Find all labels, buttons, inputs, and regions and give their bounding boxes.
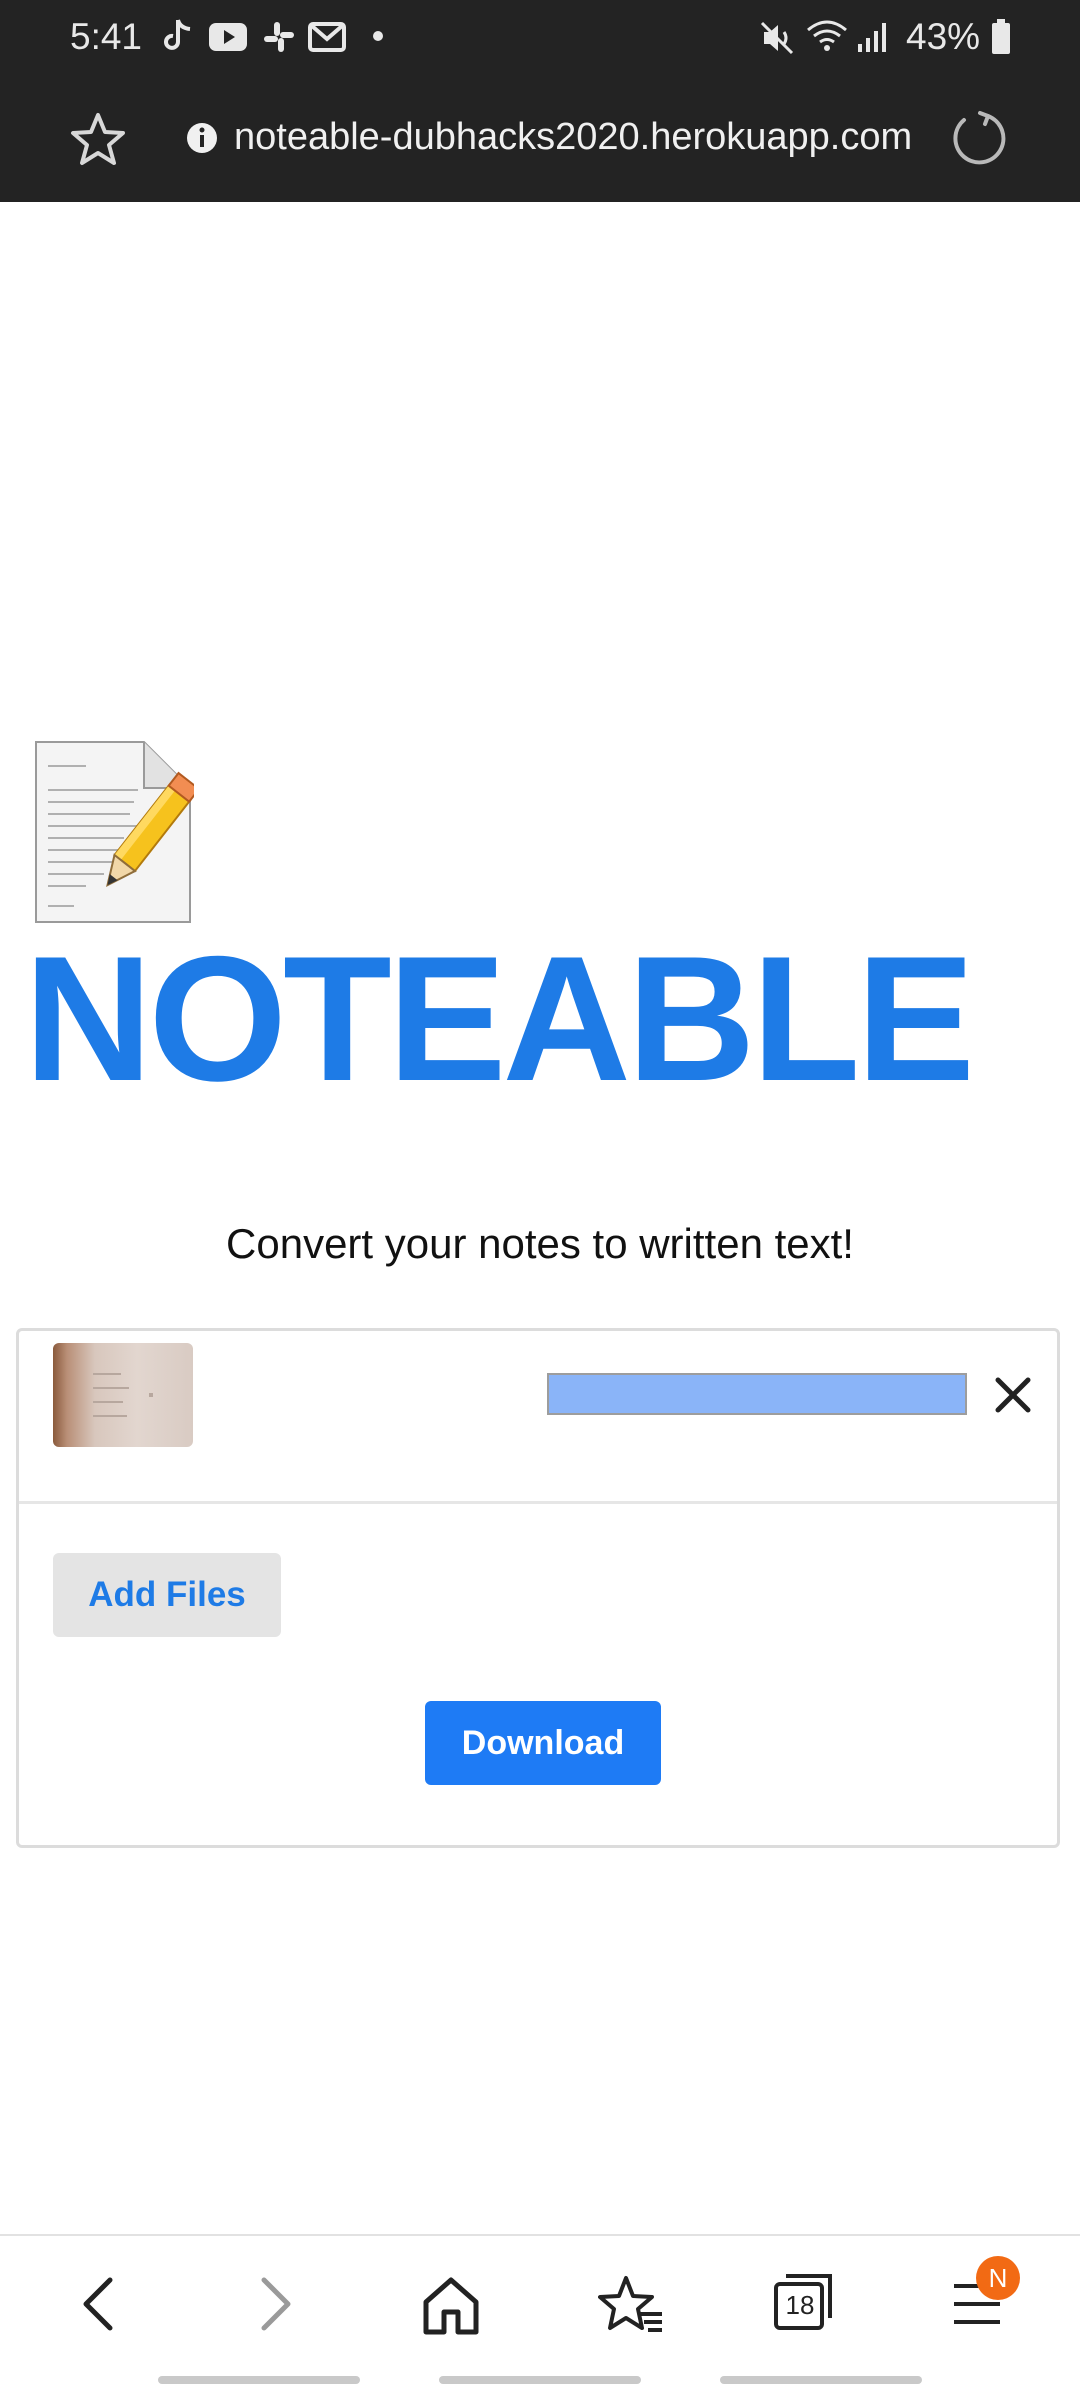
gesture-bar-center xyxy=(439,2376,641,2384)
tiktok-icon xyxy=(164,19,191,50)
reload-icon[interactable] xyxy=(950,108,1010,168)
battery-percent: 43% xyxy=(906,16,981,57)
mute-icon xyxy=(760,21,794,55)
menu-notification-badge: N xyxy=(976,2256,1020,2300)
wifi-icon xyxy=(807,20,847,51)
notepad-pencil-logo xyxy=(35,741,194,923)
dot-icon xyxy=(373,31,383,41)
download-button[interactable]: Download xyxy=(425,1701,661,1785)
tabs-count: 18 xyxy=(785,2290,815,2320)
browser-bottom-bar: 18 N xyxy=(0,2234,1080,2402)
upload-progress-bar xyxy=(547,1373,967,1415)
signal-icon xyxy=(858,23,886,52)
bookmarks-icon[interactable] xyxy=(598,2274,664,2336)
upload-progress-fill xyxy=(549,1375,965,1413)
tabs-button[interactable]: 18 xyxy=(772,2270,834,2332)
youtube-icon xyxy=(209,23,247,51)
home-icon[interactable] xyxy=(420,2274,482,2336)
gesture-bar-left xyxy=(158,2376,360,2384)
file-thumbnail xyxy=(53,1343,193,1447)
status-time: 5:41 xyxy=(70,16,143,57)
status-bar: 5:41 43% xyxy=(0,0,1080,78)
file-uploader: Add Files Download xyxy=(16,1328,1060,1848)
gmail-icon xyxy=(308,22,346,52)
brand-title: NOTEABLE xyxy=(24,919,975,1118)
battery-icon xyxy=(992,19,1010,54)
remove-file-icon[interactable] xyxy=(993,1375,1033,1415)
gesture-bar-right xyxy=(720,2376,922,2384)
url-address[interactable]: noteable-dubhacks2020.herokuapp.com xyxy=(234,116,912,159)
bookmark-star-icon[interactable] xyxy=(70,112,126,166)
tagline: Convert your notes to written text! xyxy=(226,1220,854,1267)
back-icon[interactable] xyxy=(78,2274,118,2334)
slack-icon xyxy=(264,22,294,52)
browser-url-bar: noteable-dubhacks2020.herokuapp.com xyxy=(0,78,1080,202)
site-info-icon[interactable] xyxy=(186,122,218,154)
forward-icon[interactable] xyxy=(256,2274,296,2334)
file-row xyxy=(19,1331,1057,1504)
add-files-button[interactable]: Add Files xyxy=(53,1553,281,1637)
